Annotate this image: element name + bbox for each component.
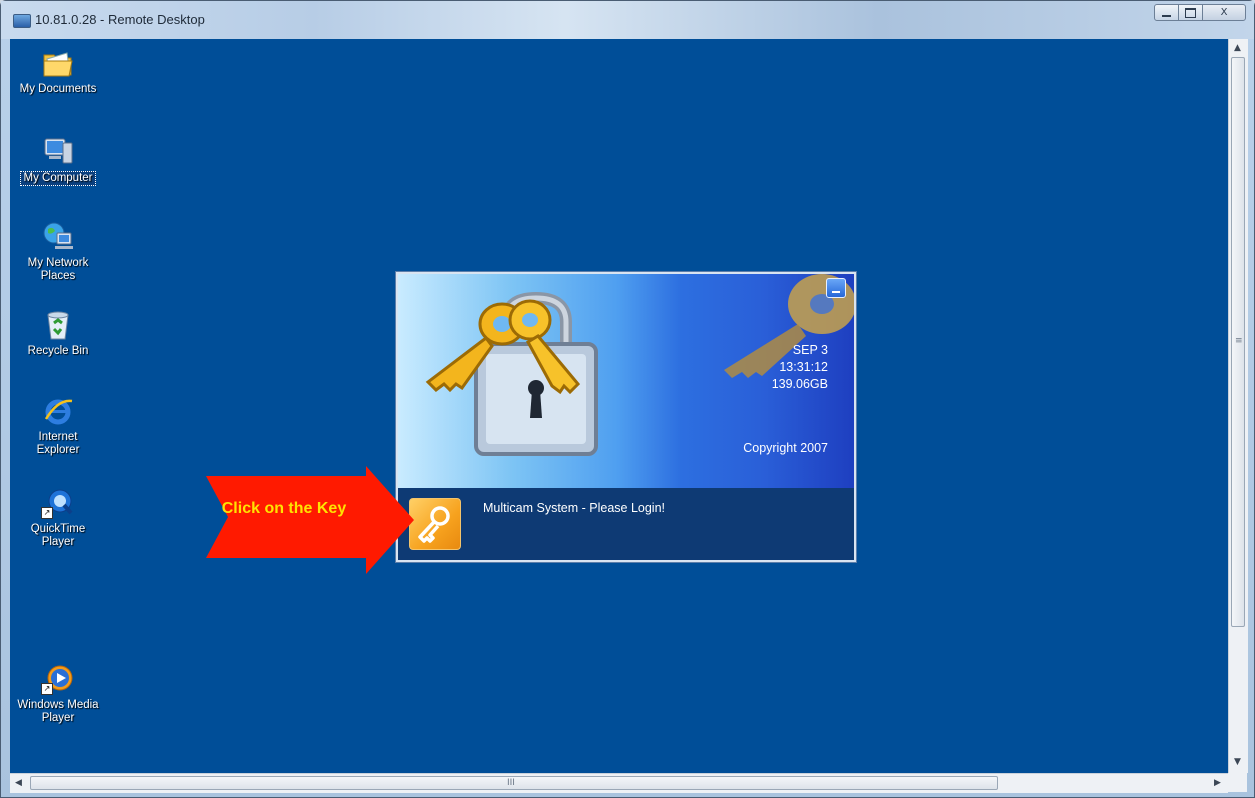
resize-grip-icon[interactable] bbox=[1228, 773, 1247, 792]
copyright-text: Copyright 2007 bbox=[743, 441, 828, 455]
login-message: Multicam System - Please Login! bbox=[483, 501, 666, 515]
network-places-icon bbox=[41, 221, 75, 253]
my-computer-icon bbox=[41, 135, 75, 167]
internet-explorer-icon bbox=[41, 395, 75, 427]
desktop-icon-my-documents[interactable]: My Documents bbox=[15, 47, 101, 96]
shortcut-arrow-icon: ↗ bbox=[41, 507, 53, 519]
desktop-icon-my-computer[interactable]: My Computer bbox=[15, 135, 101, 186]
my-documents-icon bbox=[41, 47, 75, 79]
padlock-keys-icon bbox=[425, 291, 598, 456]
media-player-icon: ↗ bbox=[41, 663, 75, 695]
panel-minimize-button[interactable] bbox=[826, 278, 846, 298]
horizontal-scrollbar[interactable]: ◀ III ▶ bbox=[10, 773, 1228, 793]
scroll-down-icon[interactable]: ▼ bbox=[1234, 757, 1241, 767]
key-icon bbox=[418, 506, 450, 543]
desktop-icon-internet-explorer[interactable]: Internet Explorer bbox=[15, 395, 101, 457]
scroll-right-icon[interactable]: ▶ bbox=[1214, 778, 1221, 788]
title-bar[interactable]: 10.81.0.28 - Remote Desktop X bbox=[1, 1, 1254, 39]
desktop-icon-network-places[interactable]: My Network Places bbox=[15, 221, 101, 283]
icon-label: Windows Media Player bbox=[17, 699, 99, 724]
maximize-icon bbox=[1185, 7, 1196, 18]
horizontal-grip-icon: III bbox=[507, 778, 515, 788]
icon-label: My Documents bbox=[19, 83, 97, 95]
desktop-icon-quicktime[interactable]: ↗ QuickTime Player bbox=[15, 487, 101, 549]
date-display: SEP 3 bbox=[792, 343, 828, 357]
remote-desktop-window: 10.81.0.28 - Remote Desktop X My Documen… bbox=[0, 0, 1255, 798]
icon-label: My Computer bbox=[20, 171, 96, 186]
close-button[interactable]: X bbox=[1202, 4, 1246, 21]
callout-arrow bbox=[206, 466, 414, 574]
vertical-grip-icon: ≡ bbox=[1235, 336, 1243, 346]
quicktime-icon: ↗ bbox=[41, 487, 75, 519]
desktop-icon-recycle-bin[interactable]: Recycle Bin bbox=[15, 309, 101, 358]
callout-text: Click on the Key bbox=[221, 500, 347, 517]
multicam-login-panel: SEP 3 13:31:12 139.06GB Copyright 2007 M… bbox=[396, 272, 856, 562]
icon-label: Internet Explorer bbox=[36, 431, 80, 456]
desktop-icon-media-player[interactable]: ↗ Windows Media Player bbox=[15, 663, 101, 725]
login-banner: SEP 3 13:31:12 139.06GB Copyright 2007 bbox=[398, 274, 854, 488]
horizontal-scroll-thumb[interactable]: III bbox=[30, 776, 998, 790]
disk-space-display: 139.06GB bbox=[771, 377, 828, 391]
login-bar: Multicam System - Please Login! bbox=[398, 488, 854, 560]
remote-desktop-icon bbox=[13, 14, 31, 28]
maximize-button[interactable] bbox=[1178, 4, 1203, 21]
window-title: 10.81.0.28 - Remote Desktop bbox=[35, 12, 205, 27]
time-display: 13:31:12 bbox=[779, 360, 828, 374]
desktop: My Documents My Computer My Network Plac… bbox=[10, 39, 1228, 773]
window-controls: X bbox=[1154, 4, 1246, 21]
vertical-scrollbar[interactable]: ▲ ≡ ▼ bbox=[1228, 39, 1248, 773]
scroll-up-icon[interactable]: ▲ bbox=[1234, 43, 1241, 53]
login-key-button[interactable] bbox=[409, 498, 461, 550]
minimize-icon bbox=[1162, 14, 1171, 17]
icon-label: My Network Places bbox=[27, 257, 89, 282]
shortcut-arrow-icon: ↗ bbox=[41, 683, 53, 695]
minimize-button[interactable] bbox=[1154, 4, 1179, 21]
recycle-bin-icon bbox=[41, 309, 75, 341]
vertical-scroll-thumb[interactable]: ≡ bbox=[1231, 57, 1245, 627]
icon-label: Recycle Bin bbox=[27, 345, 89, 357]
close-icon: X bbox=[1220, 7, 1228, 18]
scroll-left-icon[interactable]: ◀ bbox=[15, 778, 22, 788]
icon-label: QuickTime Player bbox=[30, 523, 86, 548]
